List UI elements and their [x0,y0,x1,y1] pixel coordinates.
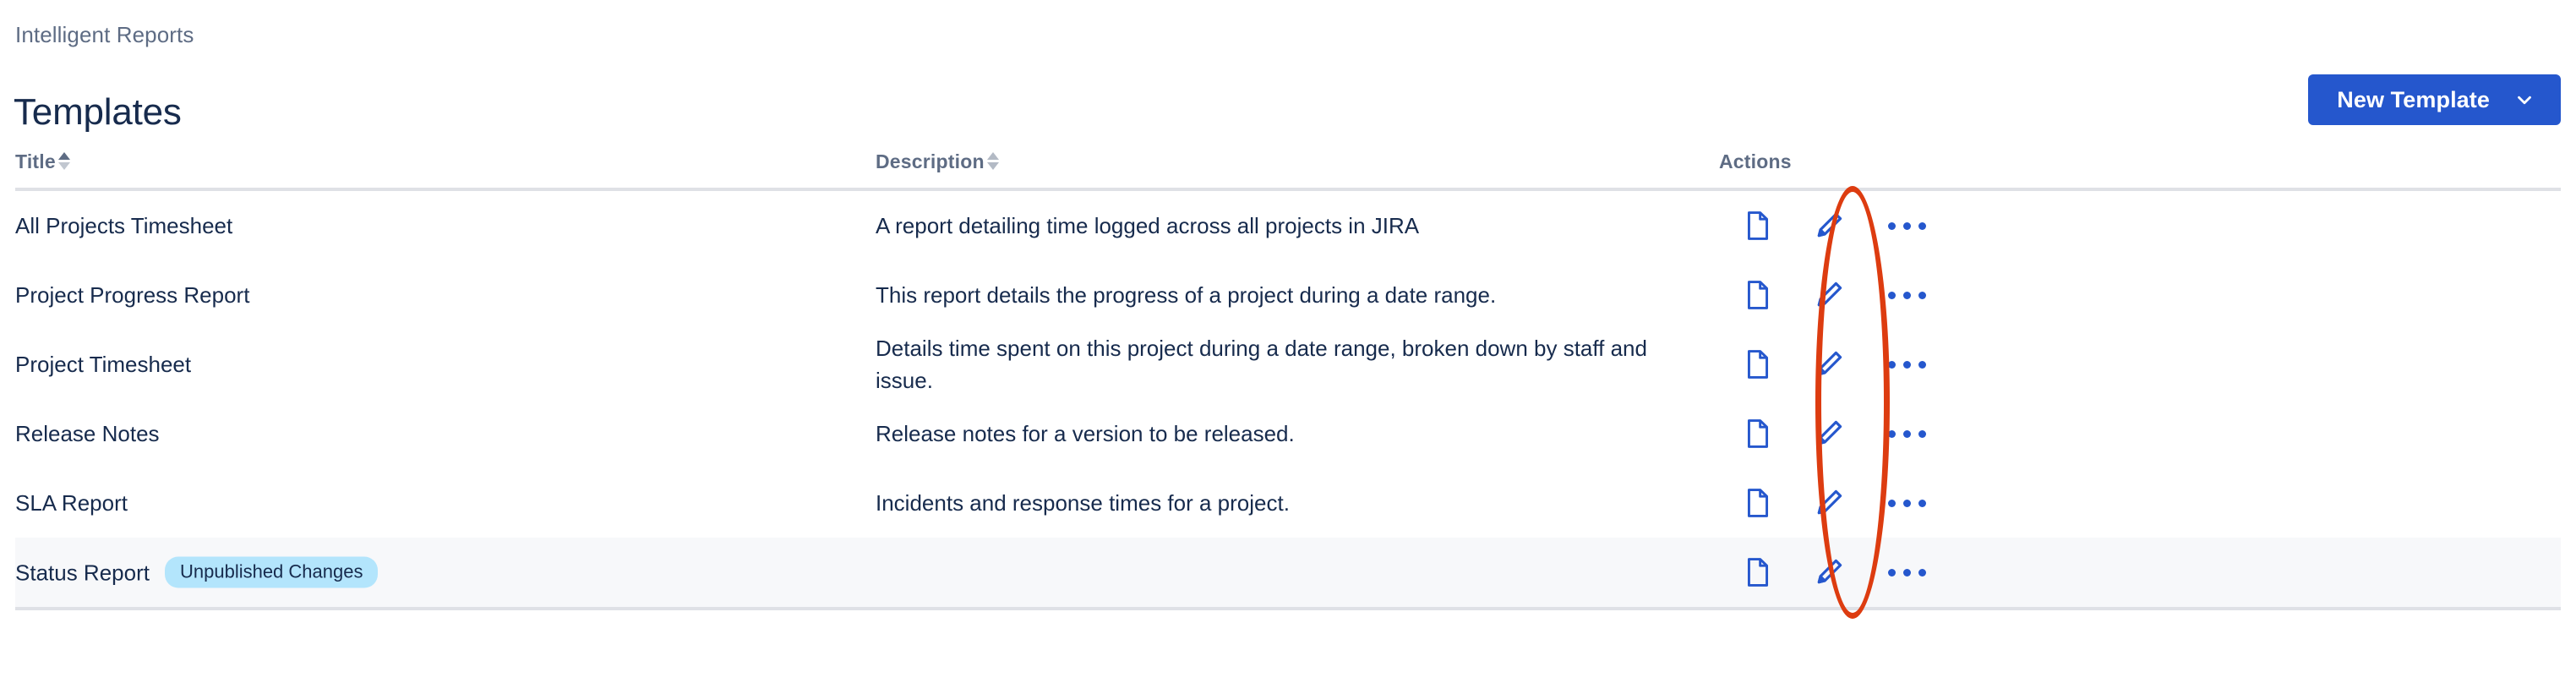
new-template-label: New Template [2337,86,2490,112]
cell-description: This report details the progress of a pr… [876,282,1497,308]
table-header-row: Title Description Actions [15,150,2561,191]
table-row[interactable]: All Projects Timesheet A report detailin… [15,191,2561,260]
cell-title: Project Timesheet [15,350,191,379]
cell-actions [1719,484,1973,522]
cell-title: Status Report Unpublished Changes [15,556,379,588]
cell-title: SLA Report [15,489,128,517]
edit-pencil-icon[interactable] [1809,415,1849,452]
status-badge: Unpublished Changes [164,556,379,588]
more-options-icon[interactable] [1886,484,1927,522]
page-title: Templates [14,91,182,134]
template-title[interactable]: Release Notes [15,419,160,448]
templates-page: Intelligent Reports Templates New Templa… [0,0,2576,683]
document-icon[interactable] [1738,207,1778,244]
template-title[interactable]: All Projects Timesheet [15,211,232,240]
more-options-icon[interactable] [1886,415,1927,452]
breadcrumb[interactable]: Intelligent Reports [15,22,194,47]
cell-actions [1719,346,1973,383]
cell-description: A report detailing time logged across al… [876,213,1420,238]
template-title[interactable]: Project Timesheet [15,350,191,379]
more-options-icon[interactable] [1886,554,1927,591]
new-template-button[interactable]: New Template [2308,74,2561,125]
cell-description: Incidents and response times for a proje… [876,490,1290,516]
cell-actions [1719,276,1973,314]
document-icon[interactable] [1738,276,1778,314]
column-header-description-label: Description [876,150,985,172]
chevron-down-icon [2513,89,2535,111]
cell-title: Project Progress Report [15,281,249,309]
cell-actions [1719,207,1973,244]
template-title[interactable]: SLA Report [15,489,128,517]
cell-description: Details time spent on this project durin… [876,336,1647,393]
template-title[interactable]: Status Report [15,558,150,587]
document-icon[interactable] [1738,415,1778,452]
sort-arrows-icon[interactable] [57,150,70,170]
document-icon[interactable] [1738,484,1778,522]
table-row[interactable]: Project Progress Report This report deta… [15,260,2561,330]
table-bottom-border [15,607,2561,610]
sort-arrows-icon[interactable] [986,150,999,170]
edit-pencil-icon[interactable] [1809,346,1849,383]
cell-actions [1719,554,1973,591]
document-icon[interactable] [1738,346,1778,383]
cell-title: All Projects Timesheet [15,211,232,240]
table-row[interactable]: Status Report Unpublished Changes [15,538,2561,607]
column-header-description[interactable]: Description [876,150,999,173]
table-row[interactable]: Project Timesheet Details time spent on … [15,330,2561,399]
templates-table: Title Description Actions All Projects T… [15,150,2561,610]
column-header-actions-label: Actions [1719,150,1792,172]
edit-pencil-icon[interactable] [1809,554,1849,591]
more-options-icon[interactable] [1886,346,1927,383]
more-options-icon[interactable] [1886,276,1927,314]
template-title[interactable]: Project Progress Report [15,281,249,309]
edit-pencil-icon[interactable] [1809,276,1849,314]
more-options-icon[interactable] [1886,207,1927,244]
table-row[interactable]: SLA Report Incidents and response times … [15,468,2561,538]
document-icon[interactable] [1738,554,1778,591]
column-header-title[interactable]: Title [15,150,70,173]
table-body: All Projects Timesheet A report detailin… [15,191,2561,607]
cell-actions [1719,415,1973,452]
table-row[interactable]: Release Notes Release notes for a versio… [15,399,2561,468]
edit-pencil-icon[interactable] [1809,207,1849,244]
cell-description: Release notes for a version to be releas… [876,421,1295,446]
column-header-actions: Actions [1719,150,1792,173]
cell-title: Release Notes [15,419,160,448]
column-header-title-label: Title [15,150,56,172]
edit-pencil-icon[interactable] [1809,484,1849,522]
